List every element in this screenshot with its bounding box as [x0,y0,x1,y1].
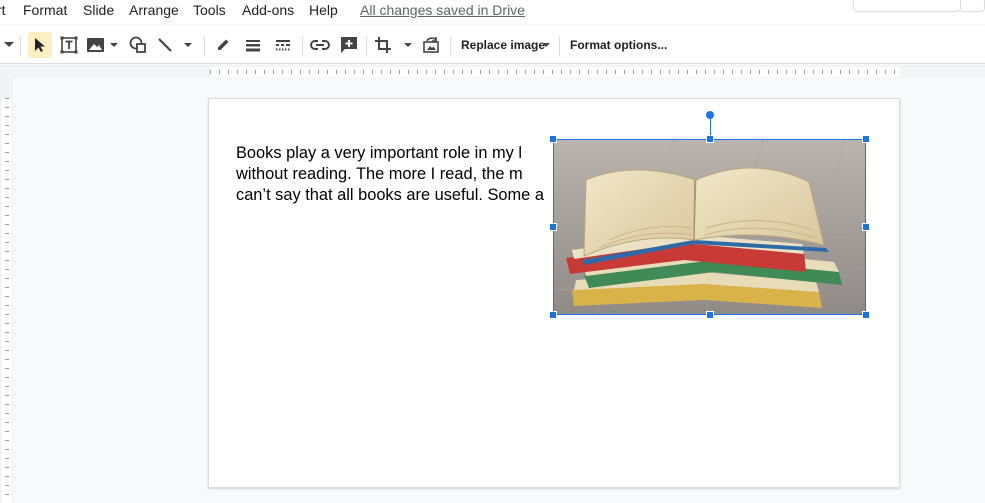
toolbar-divider [366,36,367,56]
resize-handle-top-left[interactable] [549,135,557,143]
line-icon[interactable] [156,34,196,56]
horizontal-ruler [0,65,985,78]
vertical-ruler [0,78,13,503]
toolbar-divider [20,36,21,56]
menu-help[interactable]: Help [309,2,338,18]
chevron-down-icon[interactable] [540,40,552,50]
resize-handle-left[interactable] [549,223,557,231]
image-icon[interactable] [86,34,120,56]
books-image[interactable] [553,139,866,315]
comment-icon[interactable] [338,34,360,56]
menu-arrange[interactable]: Arrange [129,2,179,18]
books-illustration [554,140,865,314]
menu-tools[interactable]: Tools [193,2,226,18]
menu-format[interactable]: Format [23,2,67,18]
menu-insert[interactable]: rt [0,2,6,18]
resize-handle-top[interactable] [706,135,714,143]
border-dash-icon[interactable] [272,34,294,56]
ruler-scale[interactable] [2,98,12,503]
resize-handle-right[interactable] [862,223,870,231]
format-options-button[interactable]: Format options... [570,38,667,52]
toolbar-divider [559,36,560,56]
resize-handle-bottom[interactable] [706,311,714,319]
rotate-handle[interactable] [706,111,714,119]
toolbar-divider [450,36,451,56]
resize-handle-bottom-right[interactable] [862,311,870,319]
replace-image-button[interactable]: Replace image [461,38,545,52]
chevron-down-icon[interactable] [2,34,16,56]
shape-icon[interactable] [128,34,148,56]
menu-bar: rt Format Slide Arrange Tools Add-ons He… [0,0,985,24]
toolbar: Replace image Format options... [0,26,985,64]
resize-handle-bottom-left[interactable] [549,311,557,319]
reset-image-icon[interactable] [420,34,442,56]
save-status-link[interactable]: All changes saved in Drive [360,2,525,18]
text-box-icon[interactable] [58,34,80,56]
menu-slide[interactable]: Slide [83,2,114,18]
resize-handle-top-right[interactable] [862,135,870,143]
link-icon[interactable] [308,34,332,56]
slideshow-button[interactable] [853,0,961,12]
pen-color-icon[interactable] [212,34,234,56]
select-icon[interactable] [28,32,52,58]
slideshow-dropdown[interactable] [961,0,985,12]
menu-addons[interactable]: Add-ons [242,2,294,18]
ruler-scale[interactable] [210,67,900,77]
border-weight-icon[interactable] [242,34,264,56]
crop-icon[interactable] [374,34,414,56]
toolbar-divider [302,36,303,56]
toolbar-divider [204,36,205,56]
